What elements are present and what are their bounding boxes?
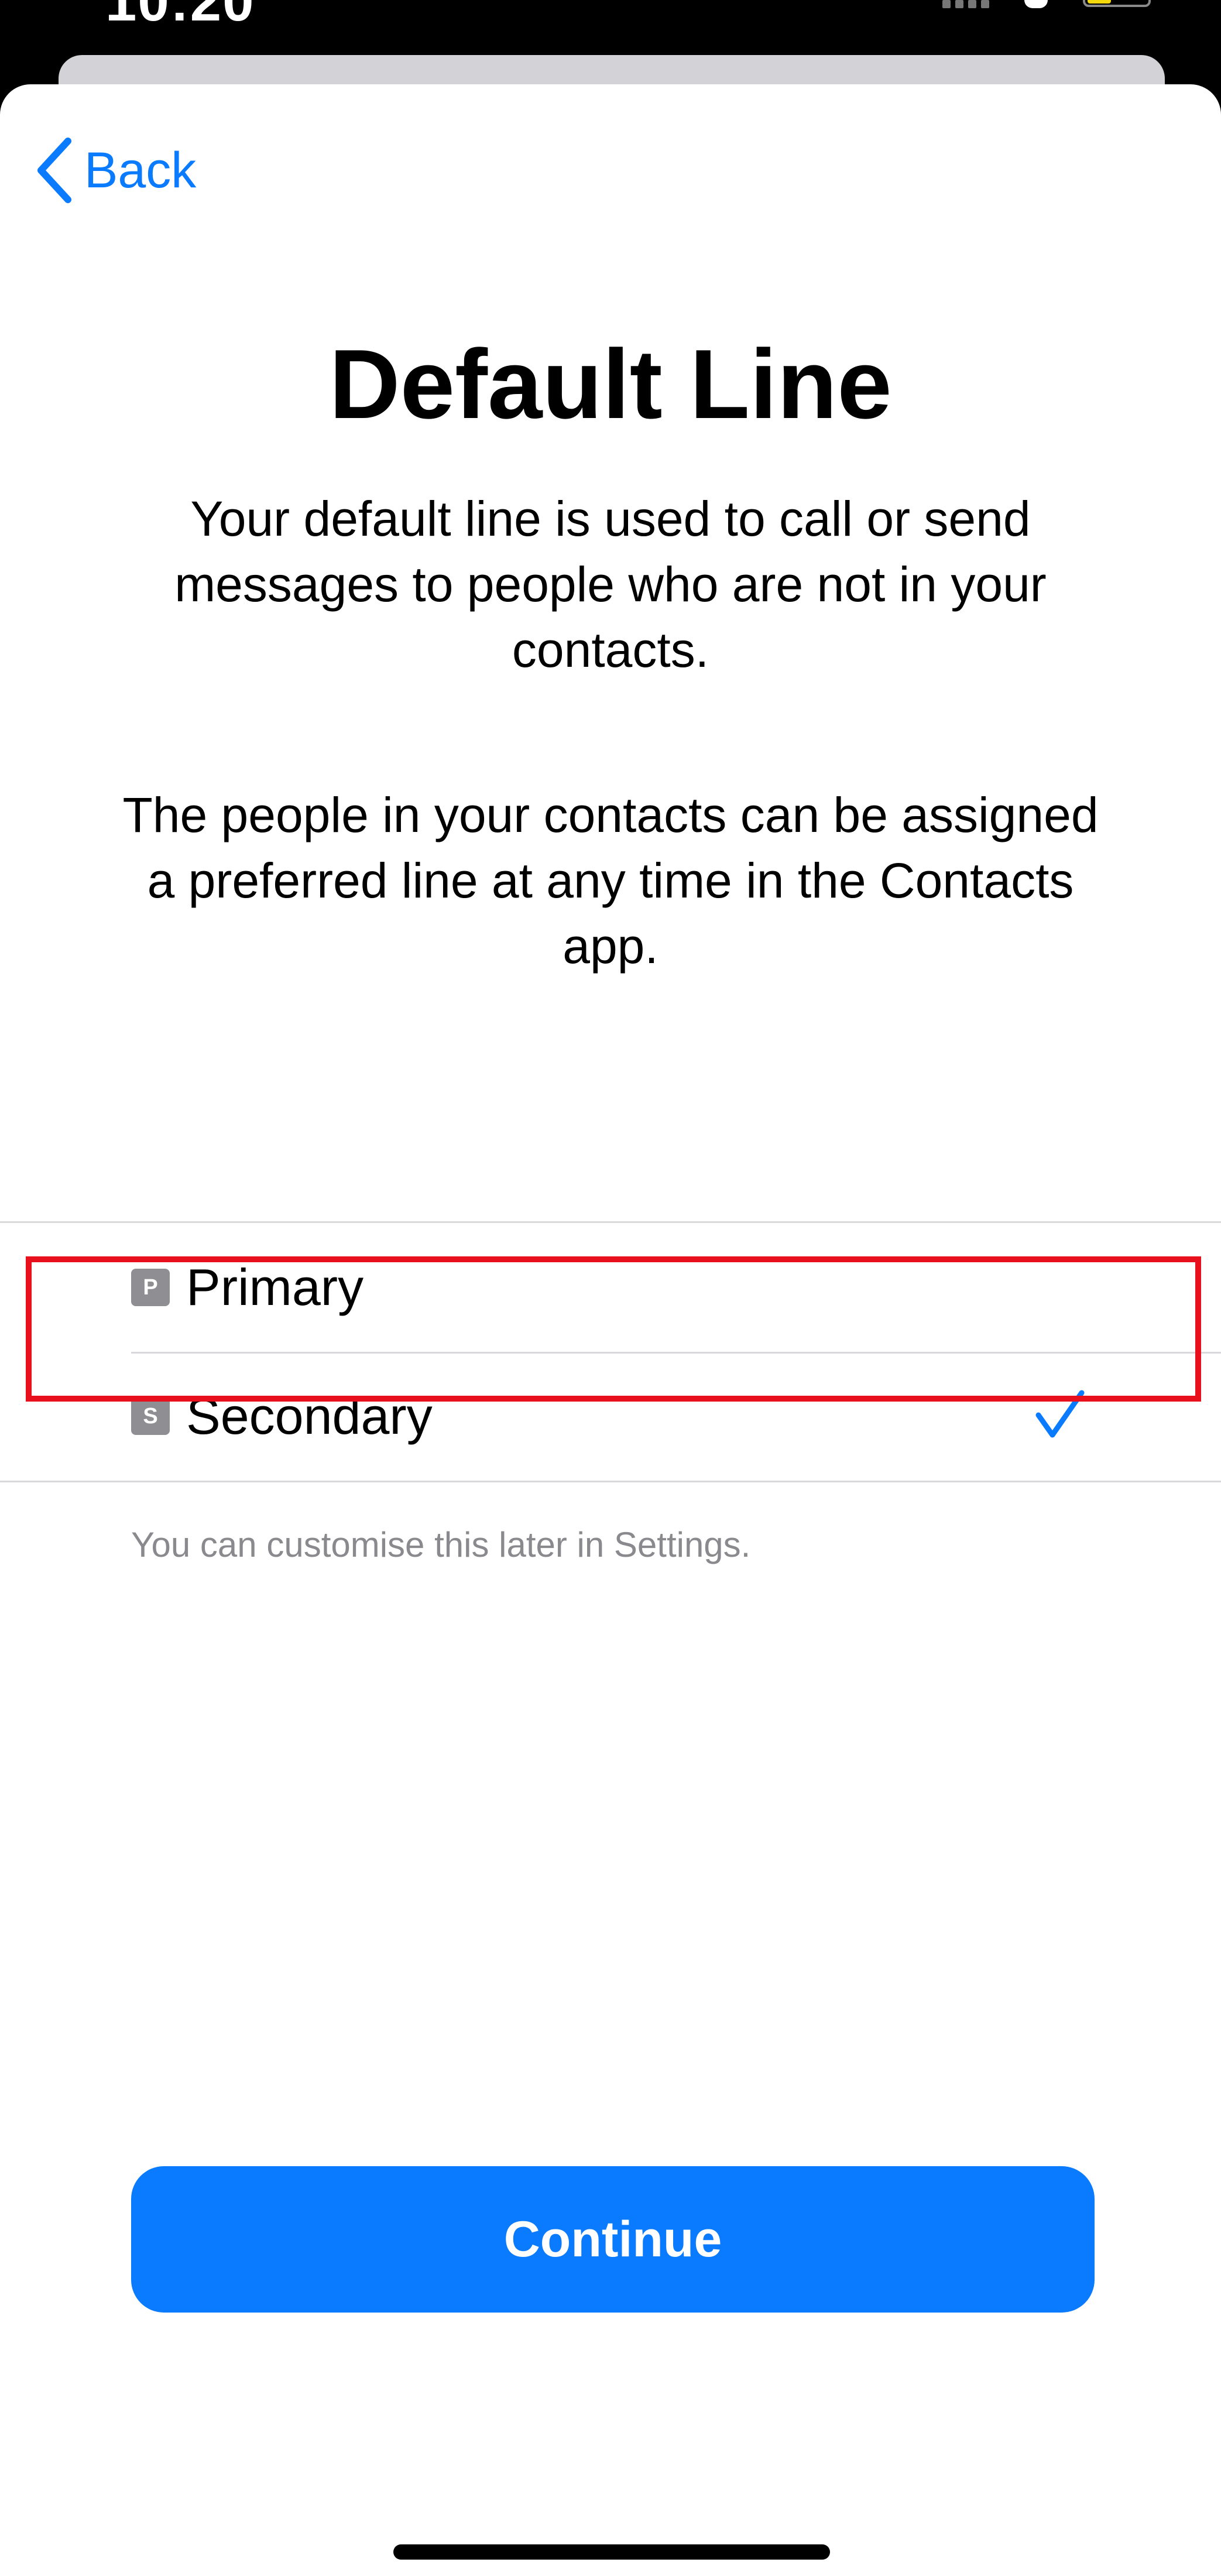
page-title: Default Line [329,329,892,439]
description-default-line: Your default line is used to call or sen… [174,491,1047,677]
continue-button[interactable]: Continue [131,2166,1095,2313]
battery-icon [1083,0,1151,7]
wifi-icon [1024,0,1048,8]
home-indicator [393,2544,830,2560]
back-button[interactable]: Back [34,132,196,208]
secondary-line-badge: S [131,1397,170,1435]
settings-footnote: You can customise this later in Settings… [131,1525,751,1564]
chevron-left-icon [37,138,71,203]
description-contacts: The people in your contacts can be assig… [122,787,1099,974]
selection-highlight [26,1256,1201,1402]
signal-icon [942,0,995,8]
back-label: Back [84,142,197,198]
default-line-sheet: Back Default Line Your default line is u… [0,84,1221,2576]
status-time: 10:20 [105,0,255,33]
status-bar: 10:20 [0,0,1221,59]
